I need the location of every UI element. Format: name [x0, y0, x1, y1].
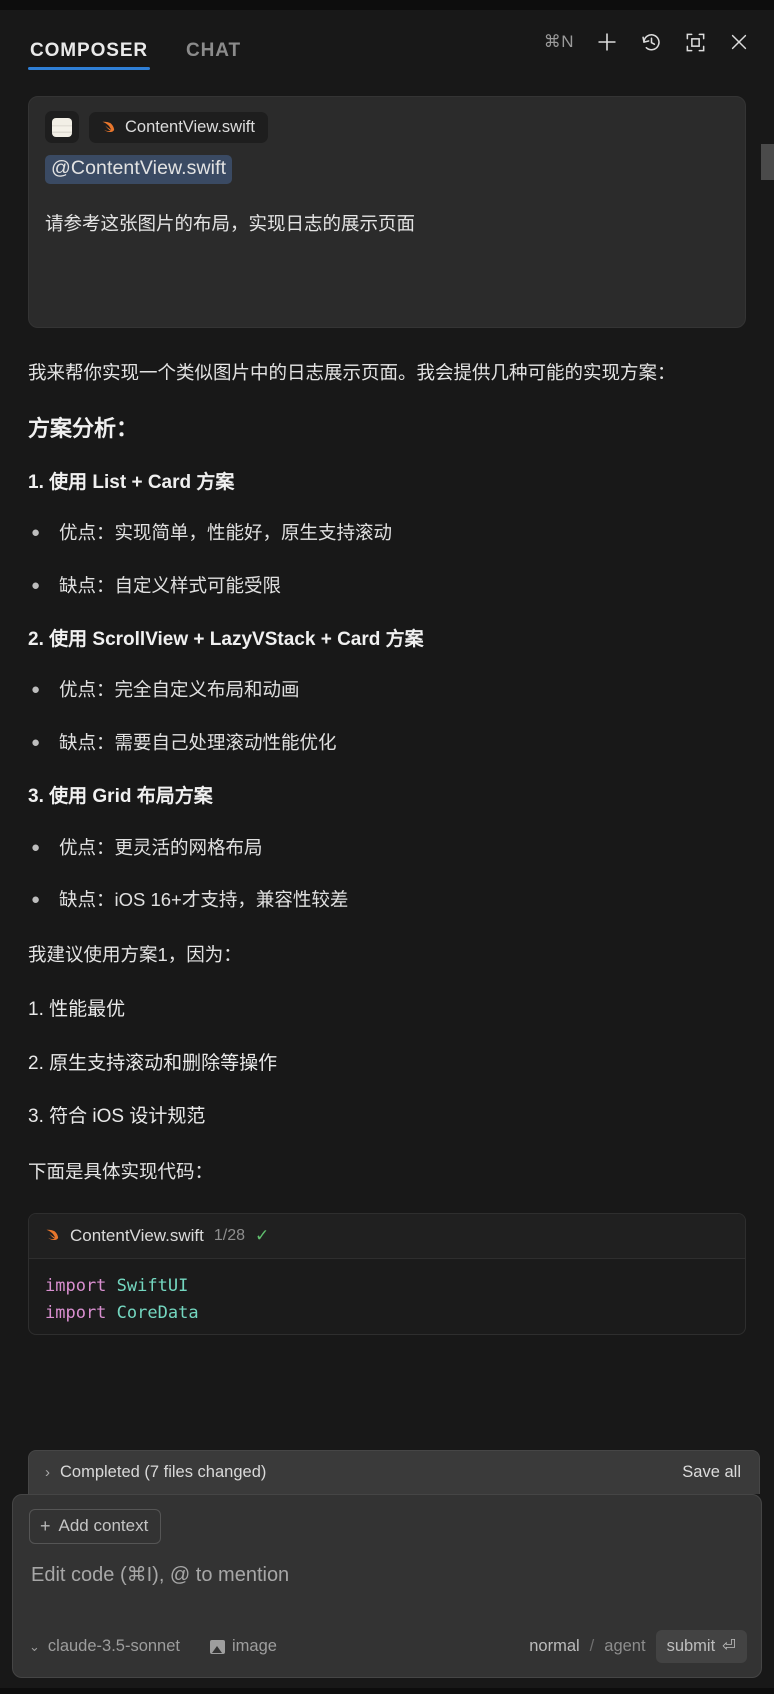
image-icon [210, 1639, 225, 1654]
option-1-title: 1. 使用 List + Card 方案 [28, 471, 235, 493]
swift-icon [102, 121, 115, 132]
tab-bar: COMPOSER CHAT [28, 10, 243, 78]
code-type: SwiftUI [116, 1275, 189, 1296]
image-attachment-badge[interactable]: image [210, 1637, 277, 1656]
tab-chat[interactable]: CHAT [184, 40, 243, 78]
enter-icon: ⏎ [722, 1637, 736, 1655]
composer-footer: ⌄ claude-3.5-sonnet image normal / agent… [13, 1630, 761, 1677]
tab-composer[interactable]: COMPOSER [28, 40, 151, 78]
option-1-bullet-2: ● 缺点：自定义样式可能受限 [28, 573, 746, 600]
mode-agent[interactable]: agent [604, 1637, 645, 1656]
completed-label: Completed (7 files changed) [60, 1463, 267, 1481]
image-badge-label: image [232, 1637, 277, 1655]
bullet-text: 缺点：iOS 16+才支持，兼容性较差 [59, 889, 349, 911]
file-chip-label: ContentView.swift [125, 117, 255, 136]
attachment-row: ContentView.swift [45, 111, 729, 143]
user-message-text: 请参考这张图片的布局，实现日志的展示页面 [45, 213, 416, 234]
reason-2: 2. 原生支持滚动和删除等操作 [28, 1052, 278, 1074]
panel-header: COMPOSER CHAT ⌘N [0, 10, 774, 78]
window-bottom-strip [0, 1688, 774, 1694]
option-3-bullet-2: ● 缺点：iOS 16+才支持，兼容性较差 [28, 887, 746, 914]
bullet-text: 优点：完全自定义布局和动画 [59, 679, 300, 701]
bullet-text: 缺点：需要自己处理滚动性能优化 [59, 732, 337, 754]
bullet-text: 缺点：自定义样式可能受限 [59, 575, 282, 597]
model-name: claude-3.5-sonnet [47, 1637, 180, 1655]
header-actions: ⌘N [544, 29, 752, 59]
mode-normal[interactable]: normal [529, 1637, 579, 1656]
bullet-dot-icon: ● [31, 891, 41, 909]
reason-3: 3. 符合 iOS 设计规范 [28, 1106, 206, 1128]
assistant-response: 我来帮你实现一个类似图片中的日志展示页面。我会提供几种可能的实现方案： 方案分析… [28, 358, 746, 1335]
bullet-dot-icon: ● [31, 681, 41, 699]
check-icon: ✓ [255, 1225, 270, 1245]
swift-icon [46, 1230, 59, 1241]
code-block: ContentView.swift 1/28 ✓ import SwiftUI … [28, 1212, 746, 1335]
option-3-bullet-1: ● 优点：更灵活的网格布局 [28, 835, 746, 862]
submit-label: submit [666, 1636, 716, 1655]
chevron-right-icon[interactable]: › [45, 1464, 50, 1481]
add-context-button[interactable]: + Add context [29, 1509, 162, 1544]
option-3-title: 3. 使用 Grid 布局方案 [28, 786, 213, 808]
composer-actions: normal / agent submit ⏎ [529, 1630, 747, 1663]
tab-chat-label: CHAT [186, 40, 242, 61]
conversation-scroll-area[interactable]: ContentView.swift @ContentView.swift 请参考… [0, 78, 774, 1494]
expand-icon[interactable] [682, 29, 708, 55]
analysis-heading: 方案分析： [28, 415, 139, 441]
save-all-button[interactable]: Save all [682, 1463, 741, 1482]
bullet-dot-icon: ● [31, 577, 41, 595]
composer-text-input[interactable]: Edit code (⌘I), @ to mention [31, 1562, 761, 1587]
composer-input-area: + Add context Edit code (⌘I), @ to menti… [12, 1494, 762, 1678]
completed-status-bar[interactable]: › Completed (7 files changed) Save all [28, 1450, 760, 1494]
file-mention-token[interactable]: @ContentView.swift [45, 155, 233, 184]
new-composer-shortcut: ⌘N [543, 32, 574, 51]
history-icon[interactable] [638, 29, 664, 55]
file-context-chip[interactable]: ContentView.swift [89, 111, 268, 143]
add-context-label: Add context [58, 1516, 149, 1535]
image-thumbnail[interactable] [45, 111, 79, 143]
submit-button[interactable]: submit ⏎ [655, 1630, 747, 1663]
window-top-strip [0, 0, 774, 10]
plus-icon: + [40, 1516, 51, 1536]
assistant-intro: 我来帮你实现一个类似图片中的日志展示页面。我会提供几种可能的实现方案： [28, 362, 676, 383]
plus-icon[interactable] [594, 29, 620, 55]
bullet-dot-icon: ● [31, 524, 41, 542]
code-type: CoreData [116, 1303, 199, 1324]
code-intro: 下面是具体实现代码： [28, 1160, 214, 1182]
user-message-card: ContentView.swift @ContentView.swift 请参考… [28, 96, 746, 328]
option-2-bullet-1: ● 优点：完全自定义布局和动画 [28, 677, 746, 704]
code-keyword: import [45, 1275, 107, 1296]
vertical-scrollbar[interactable] [761, 144, 774, 180]
option-2-title: 2. 使用 ScrollView + LazyVStack + Card 方案 [28, 628, 424, 650]
option-2-bullet-2: ● 缺点：需要自己处理滚动性能优化 [28, 730, 746, 757]
code-keyword: import [45, 1303, 107, 1324]
code-block-content: import SwiftUI import CoreData [29, 1259, 745, 1334]
recommendation-intro: 我建议使用方案1，因为： [28, 944, 242, 966]
chevron-down-icon: ⌄ [29, 1638, 40, 1654]
image-thumbnail-preview [52, 117, 72, 137]
tab-composer-label: COMPOSER [30, 40, 149, 61]
model-selector[interactable]: ⌄ claude-3.5-sonnet [29, 1637, 180, 1656]
option-1-bullet-1: ● 优点：实现简单，性能好，原生支持滚动 [28, 520, 746, 547]
mode-separator: / [589, 1637, 595, 1655]
close-icon[interactable] [726, 29, 752, 55]
bullet-text: 优点：更灵活的网格布局 [59, 836, 263, 858]
code-block-filename: ContentView.swift [70, 1225, 204, 1245]
bullet-dot-icon: ● [31, 734, 41, 752]
bullet-text: 优点：实现简单，性能好，原生支持滚动 [59, 522, 393, 544]
code-block-header[interactable]: ContentView.swift 1/28 ✓ [29, 1213, 745, 1259]
bullet-dot-icon: ● [31, 838, 41, 856]
reason-1: 1. 性能最优 [28, 999, 126, 1021]
code-block-count: 1/28 [213, 1226, 246, 1244]
composer-panel: COMPOSER CHAT ⌘N ContentView.swift @Cont… [0, 0, 774, 1694]
